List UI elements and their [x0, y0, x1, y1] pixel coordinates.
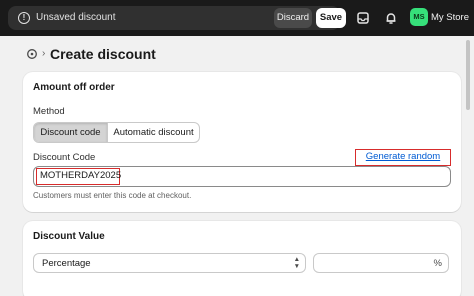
card-title: Discount Value: [33, 231, 105, 242]
method-automatic-discount-button[interactable]: Automatic discount: [107, 123, 199, 142]
chevron-right-icon: ›: [42, 48, 46, 59]
discount-code-value[interactable]: MOTHERDAY2025: [36, 168, 121, 185]
discount-code-help-text: Customers must enter this code at checko…: [33, 191, 192, 200]
discount-code-label: Discount Code: [33, 152, 96, 163]
discount-value-card: Discount Value Percentage ▲ ▼ %: [23, 221, 461, 296]
discount-percent-input[interactable]: %: [313, 253, 449, 273]
generate-random-code-link[interactable]: Generate random code: [355, 149, 451, 176]
alert-circle-icon: !: [18, 12, 30, 24]
method-segmented-control: Discount code Automatic discount: [33, 122, 200, 143]
page-title: Create discount: [50, 46, 156, 62]
discount-code-input[interactable]: MOTHERDAY2025: [33, 166, 451, 187]
method-discount-code-button[interactable]: Discount code: [34, 123, 107, 142]
top-bar: ! Unsaved discount Discard Save MS My St…: [0, 0, 474, 36]
unsaved-changes-bar: ! Unsaved discount Discard Save: [8, 6, 346, 30]
unsaved-label: Unsaved discount: [36, 12, 116, 23]
inbox-icon[interactable]: [354, 9, 372, 27]
card-title: Amount off order: [33, 82, 115, 93]
bell-icon[interactable]: [382, 9, 400, 27]
save-button[interactable]: Save: [316, 8, 346, 28]
amount-off-order-card: Amount off order Method Discount code Au…: [23, 72, 461, 212]
discard-button[interactable]: Discard: [274, 8, 312, 28]
discount-type-value: Percentage: [42, 258, 91, 269]
percent-suffix: %: [433, 258, 442, 269]
method-label: Method: [33, 106, 65, 117]
scrollbar[interactable]: [466, 40, 470, 110]
store-avatar[interactable]: MS: [410, 8, 428, 26]
discount-type-select[interactable]: Percentage ▲ ▼: [33, 253, 306, 273]
select-arrows-icon: ▲ ▼: [293, 256, 300, 270]
discount-icon[interactable]: [26, 48, 38, 60]
store-name[interactable]: My Store: [431, 11, 469, 25]
